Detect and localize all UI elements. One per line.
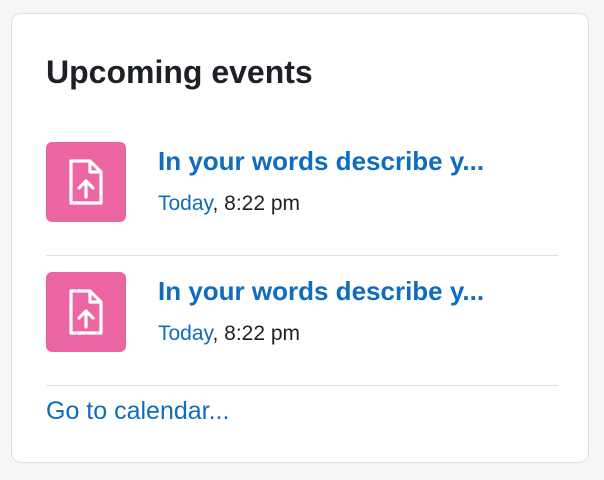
event-icon-tile: [46, 142, 126, 222]
event-title-link[interactable]: In your words describe y...: [158, 142, 548, 180]
event-title-link[interactable]: In your words describe y...: [158, 272, 548, 310]
assignment-upload-icon: [68, 159, 104, 205]
event-date: Today, 8:22 pm: [158, 318, 300, 350]
block-title: Upcoming events: [46, 54, 313, 90]
event-icon-tile: [46, 272, 126, 352]
event-item: In your words describe y... Today, 8:22 …: [46, 272, 558, 352]
divider: [46, 385, 558, 386]
event-time: , 8:22 pm: [212, 322, 301, 345]
assignment-upload-icon: [68, 289, 104, 335]
event-item: In your words describe y... Today, 8:22 …: [46, 142, 558, 222]
divider: [46, 255, 558, 256]
go-to-calendar-link[interactable]: Go to calendar...: [46, 394, 229, 428]
upcoming-events-block: Upcoming events In your words describe y…: [11, 13, 589, 463]
event-date-link[interactable]: Today: [158, 192, 212, 215]
event-date: Today, 8:22 pm: [158, 188, 300, 220]
event-time: , 8:22 pm: [212, 192, 301, 215]
event-date-link[interactable]: Today: [158, 322, 212, 345]
